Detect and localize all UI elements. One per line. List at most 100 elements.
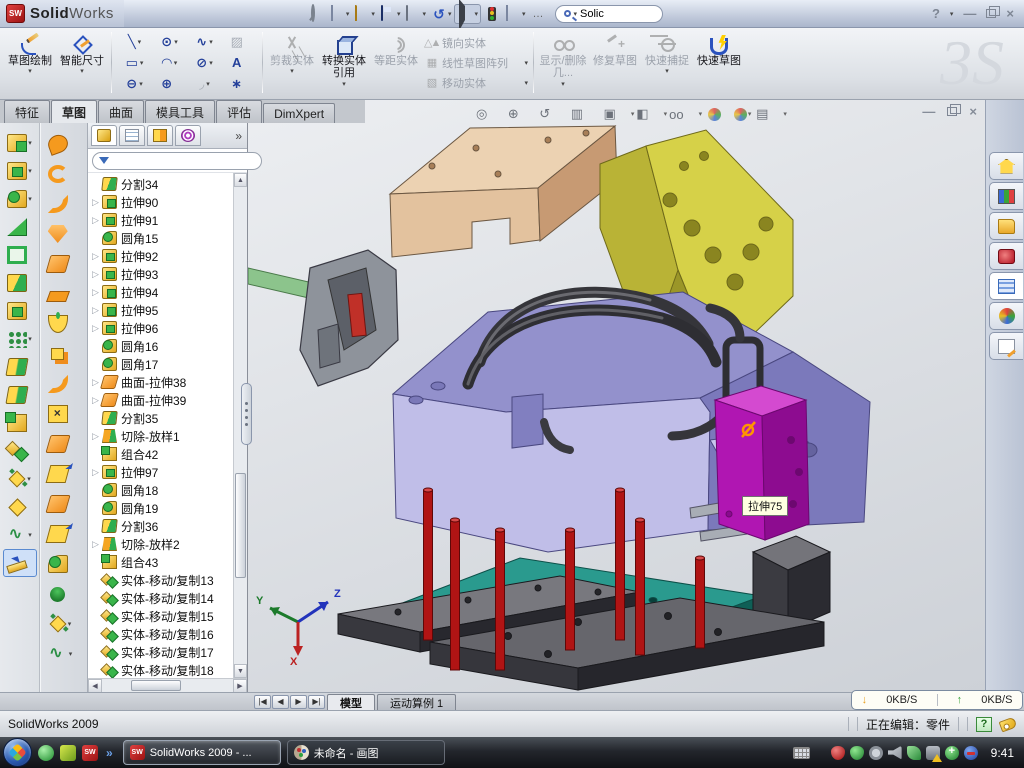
tree-item[interactable]: ▷ 拉伸91 (90, 211, 247, 229)
tab-nav-button[interactable]: ◀ (272, 695, 289, 709)
search-box[interactable]: ▾ (555, 5, 663, 23)
expand-arrow-icon[interactable]: ▷ (92, 539, 102, 550)
toolbar-overflow[interactable]: … (529, 8, 548, 20)
dropdown-arrow-icon[interactable]: ▾ (174, 59, 178, 67)
tree-item[interactable]: ▷ 曲面-拉伸38 (90, 373, 247, 391)
taskbar-task-button[interactable]: 未命名 - 画图 (287, 740, 445, 765)
sketch-button[interactable]: 草图绘制▾ (4, 30, 56, 95)
antivirus-tray-icon[interactable] (831, 746, 845, 760)
dropdown-arrow-icon[interactable]: ▾ (206, 80, 210, 88)
toolbar-button[interactable]: ▾ (3, 381, 37, 409)
toolbar-button[interactable]: ▾ (3, 297, 37, 325)
close-button[interactable]: × (1006, 6, 1014, 21)
toolbar-button[interactable]: ▾ (43, 459, 77, 489)
document-tab[interactable]: 模型 (327, 694, 375, 710)
sketch-entity-button[interactable]: ⊙ ▾ (152, 31, 187, 52)
rebuild-button[interactable] (482, 4, 502, 24)
apply-scene-icon[interactable]: ▾ (730, 104, 754, 124)
scroll-right-icon[interactable]: ▶ (233, 679, 247, 693)
expand-arrow-icon[interactable]: ▷ (92, 305, 102, 316)
view-settings-icon[interactable]: ▤ ▾ (756, 104, 787, 124)
tab-nav-button[interactable]: ▶ (290, 695, 307, 709)
graphics-viewport[interactable]: ◎ ▾ ⊕ ▾ ↺ ▾ ▥ (248, 100, 985, 692)
command-tab[interactable]: 草图 (51, 100, 97, 123)
hide-show-items-icon[interactable]: oo ▾ (669, 104, 702, 124)
toolbar-button[interactable]: ▾ (3, 353, 37, 381)
toolbar-button[interactable]: ▾ (43, 339, 77, 369)
expand-arrow-icon[interactable]: ▷ (92, 467, 102, 478)
dropdown-arrow-icon[interactable]: ▾ (140, 59, 144, 67)
expand-arrow-icon[interactable]: ▷ (92, 215, 102, 226)
scrollbar-thumb[interactable] (235, 473, 246, 578)
expand-arrow-icon[interactable]: ▷ (92, 431, 102, 442)
doc-minimize-button[interactable]: — (922, 104, 935, 119)
tree-item[interactable]: ▷ 拉伸97 (90, 463, 247, 481)
toolbar-button[interactable]: ▾ (43, 579, 77, 609)
command-tab[interactable]: DimXpert (263, 103, 335, 123)
task-pane-tab[interactable] (989, 272, 1023, 300)
section-view-icon[interactable]: ▥ ▾ (571, 104, 602, 124)
toolbar-button[interactable]: ▾ (43, 549, 77, 579)
minimize-button[interactable]: — (963, 6, 976, 21)
tree-item[interactable]: ▷ 分割34 (90, 175, 247, 193)
toolbar-button[interactable]: ▾ (43, 309, 77, 339)
move-entities-button[interactable]: ▧ 移动实体 ▾ (422, 74, 530, 92)
print-button[interactable]: ▾ (403, 4, 428, 24)
task-pane-tab[interactable] (989, 152, 1023, 180)
dropdown-arrow-icon[interactable]: ▾ (174, 38, 178, 46)
sketch-entity-button[interactable]: A ▾ (222, 52, 257, 73)
power-tray-icon[interactable] (907, 746, 921, 760)
toolbar-button[interactable]: ▾ (3, 465, 37, 493)
tree-item[interactable]: ▷ 实体-移动/复制15 (90, 607, 247, 625)
scrollbar-thumb[interactable] (131, 680, 181, 691)
tree-filter-box[interactable] (92, 152, 262, 170)
tree-item[interactable]: ▷ 拉伸94 (90, 283, 247, 301)
tree-item[interactable]: ▷ 拉伸93 (90, 265, 247, 283)
property-manager-tab[interactable] (119, 125, 145, 146)
tab-nav-button[interactable]: ▶| (308, 695, 325, 709)
security-center-tray-icon[interactable] (850, 746, 864, 760)
gray-clamp-part[interactable] (248, 250, 398, 386)
mirror-entities-button[interactable]: △▲ 镜向实体 ▾ (422, 34, 530, 52)
search-input[interactable] (580, 8, 640, 20)
toolbar-button[interactable]: ▾ (43, 489, 77, 519)
toolbar-button[interactable]: ▾ (3, 241, 37, 269)
sketch-entity-button[interactable]: ▭ ▾ (117, 52, 152, 73)
toolbar-button[interactable]: ▾ (43, 609, 77, 639)
updates-tray-icon[interactable] (869, 746, 883, 760)
expand-arrow-icon[interactable]: ▷ (92, 287, 102, 298)
sketch-entity-button[interactable]: ▨ ▾ (222, 31, 257, 52)
tree-item[interactable]: ▷ 切除-放样2 (90, 535, 247, 553)
tree-item[interactable]: ▷ 圆角16 (90, 337, 247, 355)
expand-arrow-icon[interactable]: ▷ (92, 251, 102, 262)
doc-restore-button[interactable] (947, 107, 957, 116)
options-button[interactable]: ▾ (503, 4, 528, 24)
messenger-quicklaunch-icon[interactable] (38, 745, 54, 761)
toolbar-button[interactable]: ▾ (3, 129, 37, 157)
toolbar-button[interactable]: ▾ (3, 521, 37, 549)
scroll-up-icon[interactable]: ▲ (234, 173, 247, 187)
tree-item[interactable]: ▷ 组合43 (90, 553, 247, 571)
expand-arrow-icon[interactable]: ▷ (92, 197, 102, 208)
magenta-block-part[interactable] (715, 386, 809, 540)
model-canvas[interactable] (248, 100, 985, 692)
toolbar-button[interactable]: ▾ (3, 549, 37, 577)
toolbar-button[interactable]: ▾ (43, 249, 77, 279)
scroll-left-icon[interactable]: ◀ (88, 679, 102, 693)
manager-tabs-overflow[interactable]: » (235, 129, 244, 143)
menu-item[interactable] (164, 0, 186, 27)
tree-item[interactable]: ▷ 圆角15 (90, 229, 247, 247)
volume-tray-icon[interactable] (888, 746, 902, 760)
panel-splitter-handle[interactable] (241, 383, 252, 445)
network-warning-tray-icon[interactable] (926, 746, 940, 760)
toolbar-button[interactable]: ▾ (43, 219, 77, 249)
tree-item[interactable]: ▷ 分割35 (90, 409, 247, 427)
convert-entities-button[interactable]: 转换实体引用 ▾ (318, 30, 370, 95)
quick-snaps-button[interactable]: 快速捕捉 ▾ (641, 30, 693, 95)
toolbar-button[interactable]: ▾ (43, 639, 77, 669)
taskbar-clock[interactable]: 9:41 (991, 746, 1014, 760)
task-pane-tab[interactable] (989, 242, 1023, 270)
menu-item[interactable] (208, 0, 230, 27)
dropdown-arrow-icon[interactable]: ▾ (139, 80, 143, 88)
task-pane-tab[interactable] (989, 302, 1023, 330)
